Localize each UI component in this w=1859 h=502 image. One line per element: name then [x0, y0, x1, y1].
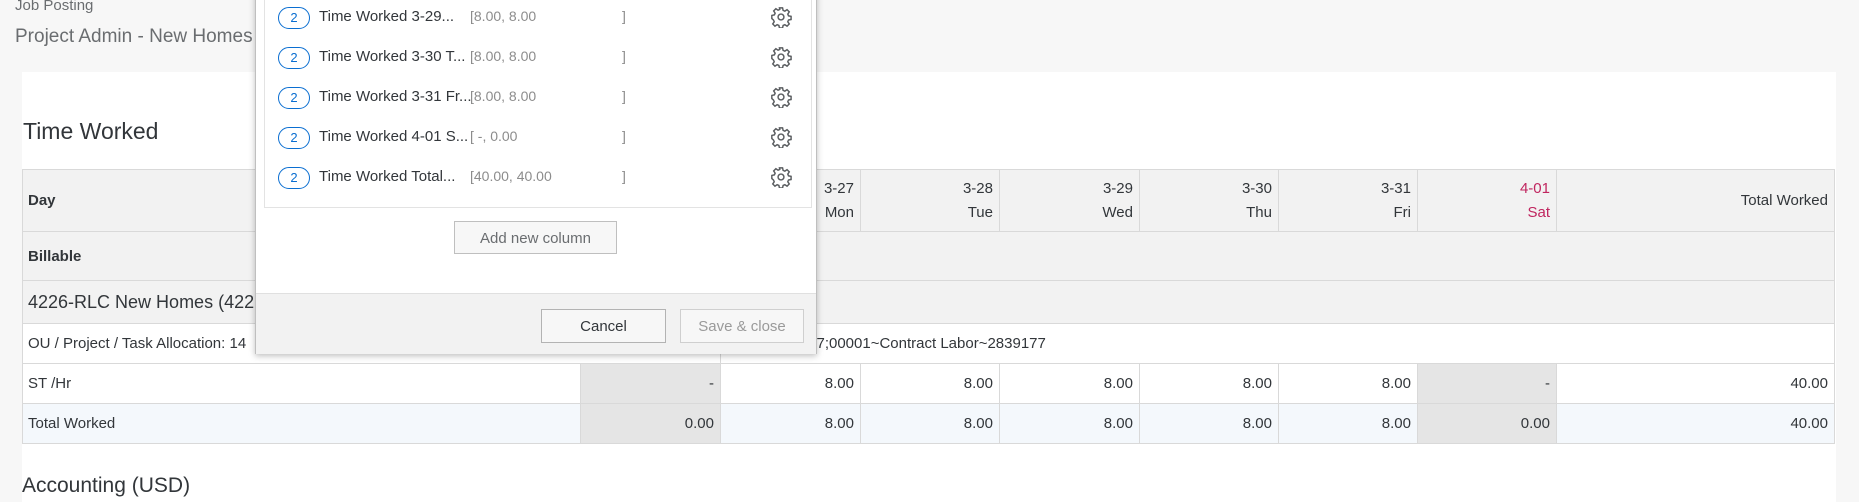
column-dow: Tue	[967, 203, 993, 221]
cell-value[interactable]: 8.00	[720, 363, 861, 404]
column-header-date: 3-29 Wed	[999, 169, 1140, 232]
column-header-date: 4-01 Sat	[1417, 169, 1557, 232]
cell-value: 8.00	[860, 403, 1000, 444]
gear-icon[interactable]	[770, 126, 792, 148]
cell-value: 8.00	[1278, 403, 1418, 444]
column-range-end: ]	[622, 88, 626, 104]
column-range: [8.00, 8.00	[470, 48, 537, 64]
count-badge: 2	[278, 127, 310, 149]
column-header-date: 3-28 Tue	[860, 169, 1000, 232]
cell-total: 40.00	[1556, 363, 1835, 404]
cell-value: 0.00	[1417, 403, 1557, 444]
add-new-column-button[interactable]: Add new column	[454, 221, 617, 254]
column-range-end: ]	[622, 128, 626, 144]
column-range: [ -, 0.00	[470, 128, 518, 144]
dialog-footer: Cancel Save & close	[256, 293, 816, 354]
list-item[interactable]: 2 Time Worked 3-31 Fr... [8.00, 8.00 ]	[265, 78, 811, 118]
count-badge: 2	[278, 87, 310, 109]
cell-value: -	[580, 363, 721, 404]
column-range-end: ]	[622, 48, 626, 64]
cancel-button[interactable]: Cancel	[541, 309, 666, 343]
column-range-end: ]	[622, 168, 626, 184]
column-date: 4-01	[1519, 179, 1550, 197]
column-dow: Fri	[1393, 203, 1412, 221]
column-date: 3-31	[1380, 179, 1411, 197]
page-title: Project Admin - New Homes II	[15, 26, 269, 47]
row-label: Total Worked	[22, 403, 581, 444]
column-range: [8.00, 8.00	[470, 8, 537, 24]
count-badge: 2	[278, 167, 310, 189]
column-dow: Wed	[1102, 203, 1133, 221]
table-row: Total Worked 0.00 8.00 8.00 8.00 8.00 8.…	[22, 403, 1835, 444]
column-name: Time Worked 4-01 S...	[319, 128, 469, 145]
allocation-code: SPSV~140477;00001~Contract Labor~2839177	[720, 323, 1835, 364]
column-name: Time Worked 3-30 T...	[319, 48, 466, 65]
column-range-end: ]	[622, 8, 626, 24]
column-date: 3-28	[962, 179, 993, 197]
column-range: [8.00, 8.00	[470, 88, 537, 104]
breadcrumb[interactable]: Job Posting	[15, 0, 93, 14]
gear-icon[interactable]	[770, 86, 792, 108]
table-row: ST /Hr - 8.00 8.00 8.00 8.00 8.00 - 40.0…	[22, 363, 1835, 404]
cell-value: 8.00	[999, 403, 1140, 444]
column-dow: Sat	[1527, 203, 1550, 221]
cell-value: -	[1417, 363, 1557, 404]
count-badge: 2	[278, 47, 310, 69]
cell-value: 8.00	[1139, 403, 1279, 444]
gear-icon[interactable]	[770, 6, 792, 28]
column-settings-dialog: 2 Time Worked 3-29... [8.00, 8.00 ] 2 Ti…	[255, 0, 817, 354]
cell-value[interactable]: 8.00	[860, 363, 1000, 404]
column-header-total: Total Worked	[1556, 169, 1835, 232]
count-badge: 2	[278, 7, 310, 29]
gear-icon[interactable]	[770, 166, 792, 188]
section-title-accounting: Accounting (USD)	[22, 474, 191, 497]
list-item[interactable]: 2 Time Worked Total... [40.00, 40.00 ]	[265, 158, 811, 198]
section-title-time-worked: Time Worked	[23, 118, 159, 144]
column-date: 3-30	[1241, 179, 1272, 197]
gear-icon[interactable]	[770, 46, 792, 68]
cell-value: 0.00	[580, 403, 721, 444]
column-name: Time Worked 3-29...	[319, 8, 455, 25]
list-item[interactable]: 2 Time Worked 3-30 T... [8.00, 8.00 ]	[265, 38, 811, 78]
list-item[interactable]: 2 Time Worked 4-01 S... [ -, 0.00 ]	[265, 118, 811, 158]
cell-value: 8.00	[720, 403, 861, 444]
column-name: Time Worked Total...	[319, 168, 456, 185]
column-header-date: 3-30 Thu	[1139, 169, 1279, 232]
column-date: 3-29	[1102, 179, 1133, 197]
cell-value[interactable]: 8.00	[1139, 363, 1279, 404]
cell-value[interactable]: 8.00	[999, 363, 1140, 404]
column-dow: Thu	[1246, 203, 1272, 221]
column-range: [40.00, 40.00	[470, 168, 552, 184]
save-close-button[interactable]: Save & close	[680, 309, 804, 343]
column-list: 2 Time Worked 3-29... [8.00, 8.00 ] 2 Ti…	[264, 0, 812, 208]
column-header-date: 3-31 Fri	[1278, 169, 1418, 232]
column-name: Time Worked 3-31 Fr...	[319, 88, 472, 105]
cell-total: 40.00	[1556, 403, 1835, 444]
row-label: ST /Hr	[22, 363, 581, 404]
cell-value[interactable]: 8.00	[1278, 363, 1418, 404]
list-item[interactable]: 2 Time Worked 3-29... [8.00, 8.00 ]	[265, 0, 811, 38]
